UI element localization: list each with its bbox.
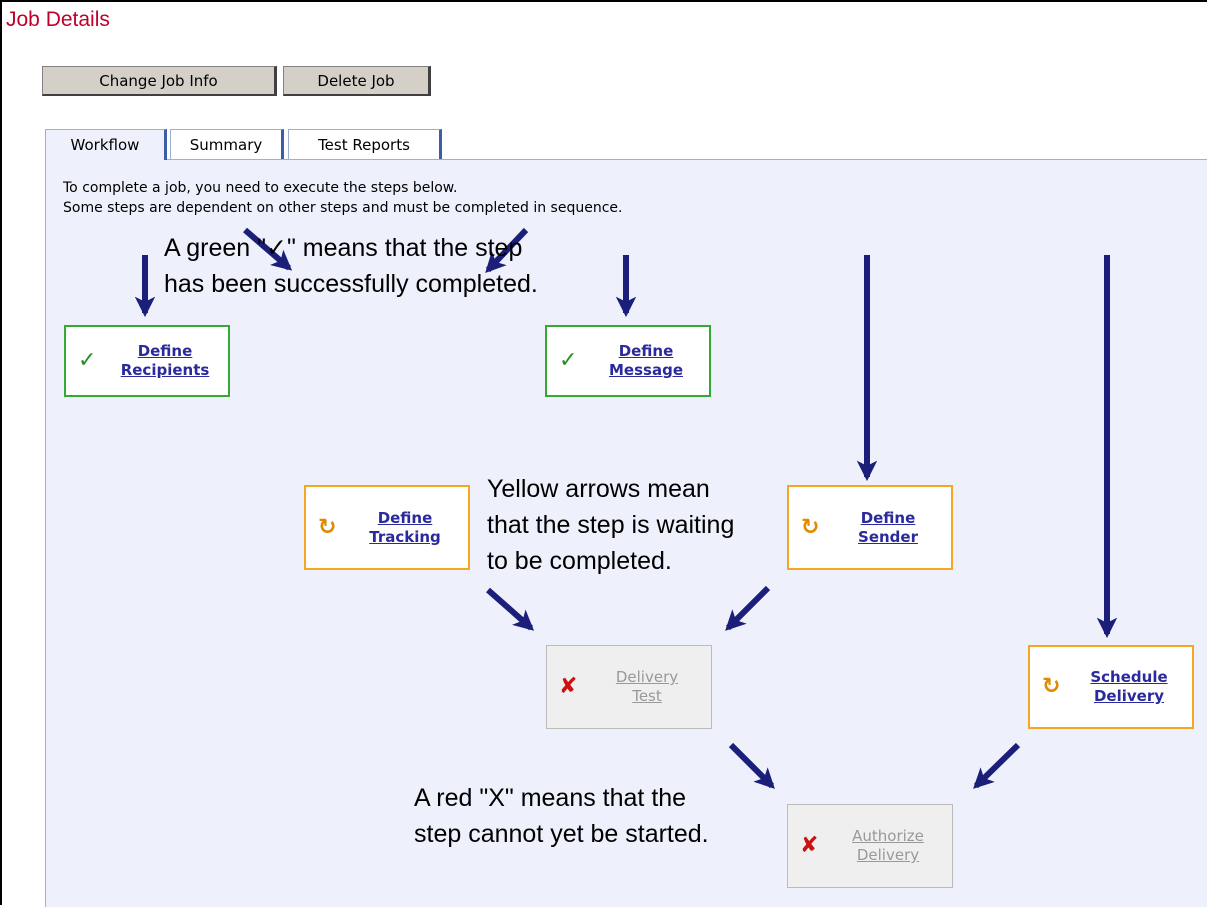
refresh-icon: ↻ <box>318 514 337 540</box>
step-authorize-delivery-label: Authorize Delivery <box>852 827 924 864</box>
refresh-icon: ↻ <box>801 514 820 540</box>
note-green-check: A green "✓" means that the step has been… <box>164 234 538 298</box>
note-yellow-arrows: Yellow arrows mean that the step is wait… <box>487 475 735 575</box>
step-define-recipients[interactable]: ✓ Define Recipients <box>64 325 230 397</box>
step-define-sender[interactable]: ↻ Define Sender <box>787 485 953 570</box>
step-define-tracking[interactable]: ↻ Define Tracking <box>304 485 470 570</box>
step-define-message-link[interactable]: Define Message <box>589 342 703 380</box>
arrow-sender-to-test <box>725 585 771 631</box>
step-schedule-delivery[interactable]: ↻ Schedule Delivery <box>1028 645 1194 729</box>
workflow-arrows <box>134 227 1118 789</box>
step-define-recipients-link[interactable]: Define Recipients <box>108 342 222 380</box>
step-authorize-delivery: ✘ Authorize Delivery <box>787 804 953 888</box>
step-define-message[interactable]: ✓ Define Message <box>545 325 711 397</box>
check-icon: ✓ <box>559 348 578 373</box>
step-delivery-test: ✘ Delivery Test <box>546 645 712 729</box>
note-red-x: A red "X" means that the step cannot yet… <box>414 784 709 848</box>
step-delivery-test-label: Delivery Test <box>615 668 679 705</box>
step-schedule-delivery-link[interactable]: Schedule Delivery <box>1072 668 1186 706</box>
step-define-sender-link[interactable]: Define Sender <box>831 509 945 547</box>
refresh-icon: ↻ <box>1042 674 1061 699</box>
arrow-test-to-authorize <box>728 742 775 789</box>
step-define-tracking-link[interactable]: Define Tracking <box>348 509 462 547</box>
check-icon: ✓ <box>78 348 97 373</box>
cross-icon: ✘ <box>800 833 819 858</box>
cross-icon: ✘ <box>559 674 578 699</box>
arrow-tracking-to-test <box>486 587 535 631</box>
arrow-schedule-to-authorize <box>973 742 1021 789</box>
